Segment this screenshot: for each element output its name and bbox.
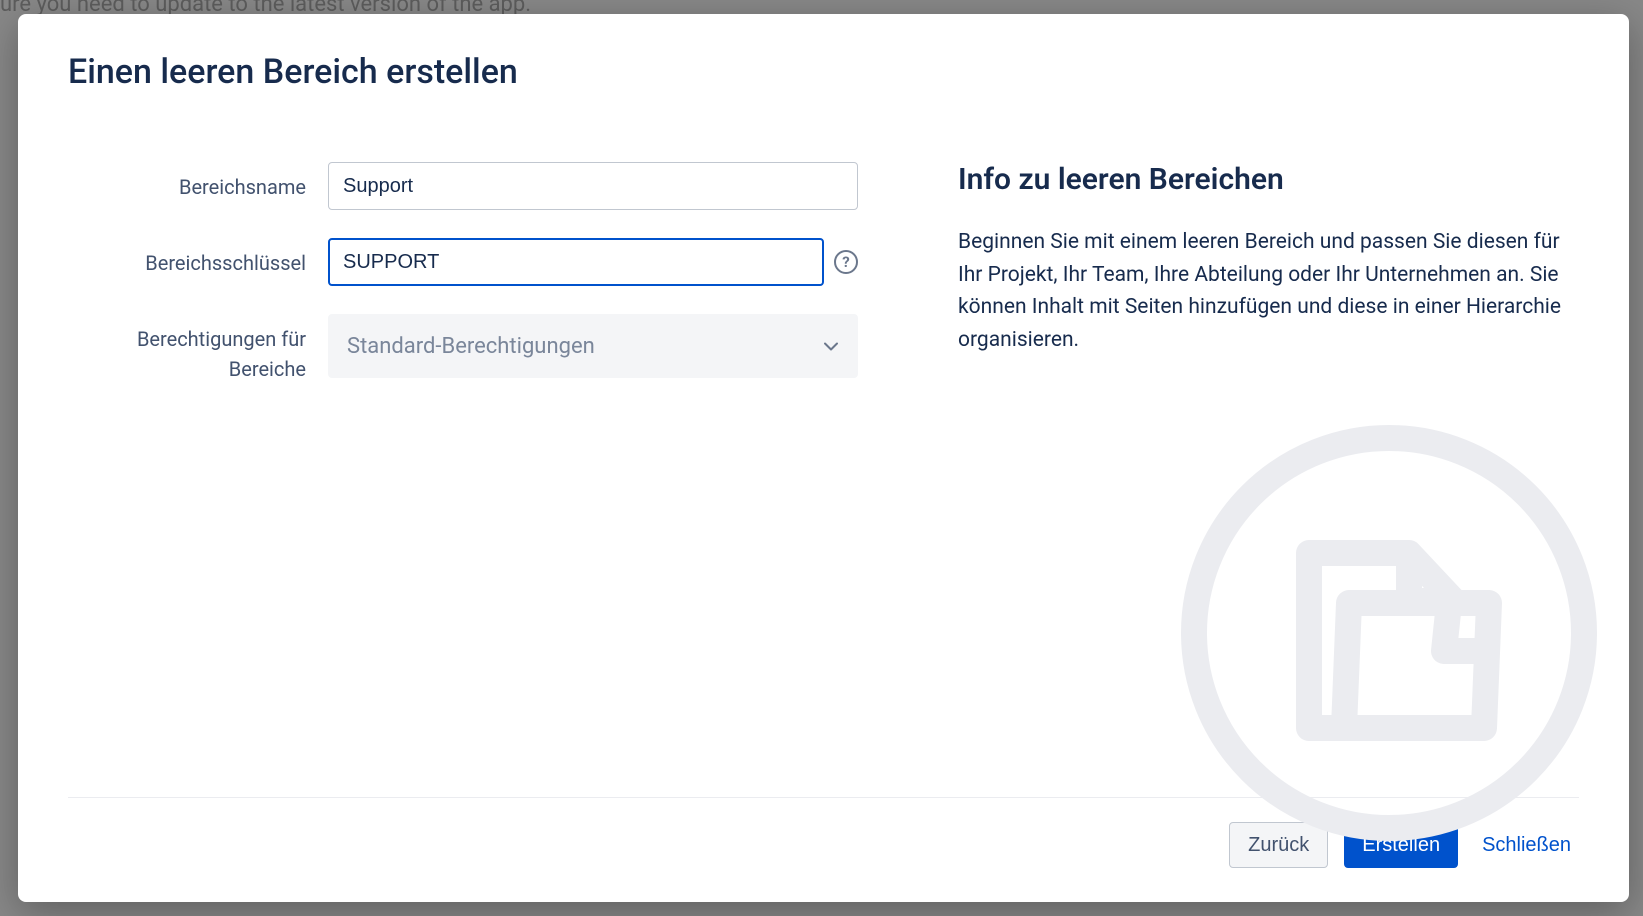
back-button[interactable]: Zurück — [1229, 822, 1328, 868]
space-key-label: Bereichsschlüssel — [68, 238, 328, 278]
create-space-modal: Einen leeren Bereich erstellen Bereichsn… — [18, 14, 1629, 902]
form-row-key: Bereichsschlüssel ? — [68, 238, 878, 286]
modal-footer: Zurück Erstellen Schließen — [68, 797, 1579, 868]
permissions-select[interactable]: Standard-Berechtigungen — [328, 314, 858, 378]
space-permissions-control: Standard-Berechtigungen — [328, 314, 858, 378]
form-row-name: Bereichsname — [68, 162, 878, 210]
blank-space-icon — [1179, 423, 1599, 847]
info-column: Info zu leeren Bereichen Beginnen Sie mi… — [958, 162, 1579, 787]
space-name-input[interactable] — [328, 162, 858, 210]
help-icon[interactable]: ? — [834, 250, 858, 274]
create-button[interactable]: Erstellen — [1344, 822, 1458, 868]
modal-body: Bereichsname Bereichsschlüssel ? Berecht… — [68, 162, 1579, 787]
info-title: Info zu leeren Bereichen — [958, 162, 1579, 198]
space-name-label: Bereichsname — [68, 162, 328, 202]
space-permissions-label: Berechtigungen für Bereiche — [68, 314, 328, 384]
form-row-permissions: Berechtigungen für Bereiche Standard-Ber… — [68, 314, 878, 384]
space-key-input[interactable] — [328, 238, 824, 286]
close-button[interactable]: Schließen — [1474, 822, 1579, 868]
info-description: Beginnen Sie mit einem leeren Bereich un… — [958, 226, 1579, 356]
permissions-select-wrap: Standard-Berechtigungen — [328, 314, 858, 378]
modal-title: Einen leeren Bereich erstellen — [68, 52, 1579, 92]
form-column: Bereichsname Bereichsschlüssel ? Berecht… — [68, 162, 878, 787]
space-name-control — [328, 162, 858, 210]
space-key-control: ? — [328, 238, 858, 286]
